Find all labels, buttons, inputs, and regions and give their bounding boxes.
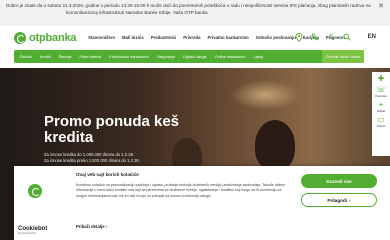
location-icon: ⌖	[378, 100, 384, 109]
phone-icon[interactable]	[310, 32, 320, 42]
menu-item-digitalne-usluge[interactable]: Digitali usluge	[183, 55, 207, 59]
hero-subtext-2: Za iznose kredita preko 1.000.000 dinara…	[44, 158, 140, 163]
logo-text: otpbanka	[29, 31, 77, 44]
customize-label: Prilagodi	[327, 197, 348, 203]
cookiebot-subtitle: by Usercentrics	[18, 232, 36, 235]
nav-item-privreda[interactable]: Privreda	[183, 35, 200, 40]
quick-link-online[interactable]: ▭ Online	[377, 115, 386, 128]
accept-all-button[interactable]: Dozvoli sve	[301, 174, 377, 188]
menu-item-online-bankarstvo[interactable]: Online bankarstvo	[215, 55, 246, 59]
nav-item-stanovnistvo[interactable]: Stanovništvo	[88, 35, 115, 40]
quick-links-sidebar: ✚ ☏ Pozovite ⌖ Filijale ▭ Online	[372, 72, 390, 156]
quick-link-label: Pozovite	[375, 94, 387, 98]
menu-item-elektronsko-bankarstvo[interactable]: Elektronsko bankarstvo	[109, 55, 148, 59]
header-icons: €	[294, 32, 352, 42]
cookie-consent-banner: Ovaj veb sajt koristi kolačiće Koristimo…	[14, 166, 390, 240]
chevron-right-icon: ›	[349, 197, 351, 203]
cookie-body-text: Koristimo kolačiće za personalizaciju sa…	[76, 183, 286, 198]
product-menu: Računi Krediti Štednja Platni kartice El…	[14, 50, 364, 63]
show-details-label: Prikaži detalje	[76, 224, 105, 229]
otp-logo[interactable]: otpbanka	[14, 31, 76, 44]
nav-item-odnos[interactable]: Odnošo poslovanju	[256, 35, 296, 40]
menu-item-osiguranje[interactable]: Osiguranje	[157, 55, 175, 59]
logo-mark-icon	[14, 31, 26, 44]
menu-item-loyalty[interactable]: Lajaly	[253, 55, 263, 59]
chevron-right-icon: ›	[105, 224, 108, 229]
hero-lamp-glow	[230, 80, 300, 110]
quick-link-label: Filijale	[376, 109, 386, 113]
language-switch[interactable]: EN	[368, 34, 376, 40]
hero-title: Promo ponuda keš kredita	[44, 113, 180, 146]
nav-item-preduzetnici[interactable]: Preduzetnici	[151, 35, 177, 40]
move-icon: ✚	[377, 74, 385, 83]
site-header: otpbanka Stanovništvo Mali biznis Preduz…	[0, 26, 390, 48]
hero-person-image	[255, 120, 295, 170]
phone-icon: ☏	[375, 85, 386, 94]
maintenance-notice: Dobro je znate da u subotu 21.3.2026. go…	[0, 0, 390, 26]
open-account-button[interactable]: Otvorite račun online	[322, 50, 364, 63]
menu-item-platne-kartice[interactable]: Platni kartice	[79, 55, 101, 59]
otp-logo-icon	[28, 184, 42, 198]
quick-link-move[interactable]: ✚	[378, 74, 385, 83]
menu-item-racuni[interactable]: Računi	[20, 55, 32, 59]
quick-link-label: Online	[376, 124, 386, 128]
customize-button[interactable]: Prilagodi ›	[301, 193, 377, 207]
show-details-link[interactable]: Prikaži detalje ›	[76, 224, 107, 229]
menu-item-krediti[interactable]: Krediti	[40, 55, 51, 59]
close-icon[interactable]: ✕	[378, 3, 384, 10]
quick-link-call[interactable]: ☏ Pozovite	[375, 85, 387, 98]
nav-item-privatno-bankarstvo[interactable]: Privatno bankarstvo	[207, 35, 248, 40]
nav-item-mali-biznis[interactable]: Mali biznis	[122, 35, 144, 40]
notice-text-line1: Dobro je znate da u subotu 21.3.2026. go…	[6, 3, 371, 8]
currency-icon[interactable]: €	[326, 32, 336, 42]
search-icon[interactable]	[342, 32, 352, 42]
laptop-icon: ▭	[377, 115, 385, 124]
cookie-heading: Ovaj veb sajt koristi kolačiće	[76, 172, 139, 177]
notice-text-line2: komunikacionoj infrastrukturi Narodne Ba…	[66, 10, 208, 15]
location-icon[interactable]	[294, 32, 304, 42]
menu-item-stednja[interactable]: Štednja	[59, 55, 72, 59]
hero-subtext-1: Za iznose kredita do 1.000.000 dinara do…	[44, 152, 135, 157]
quick-link-branches[interactable]: ⌖ Filijale	[377, 100, 386, 113]
